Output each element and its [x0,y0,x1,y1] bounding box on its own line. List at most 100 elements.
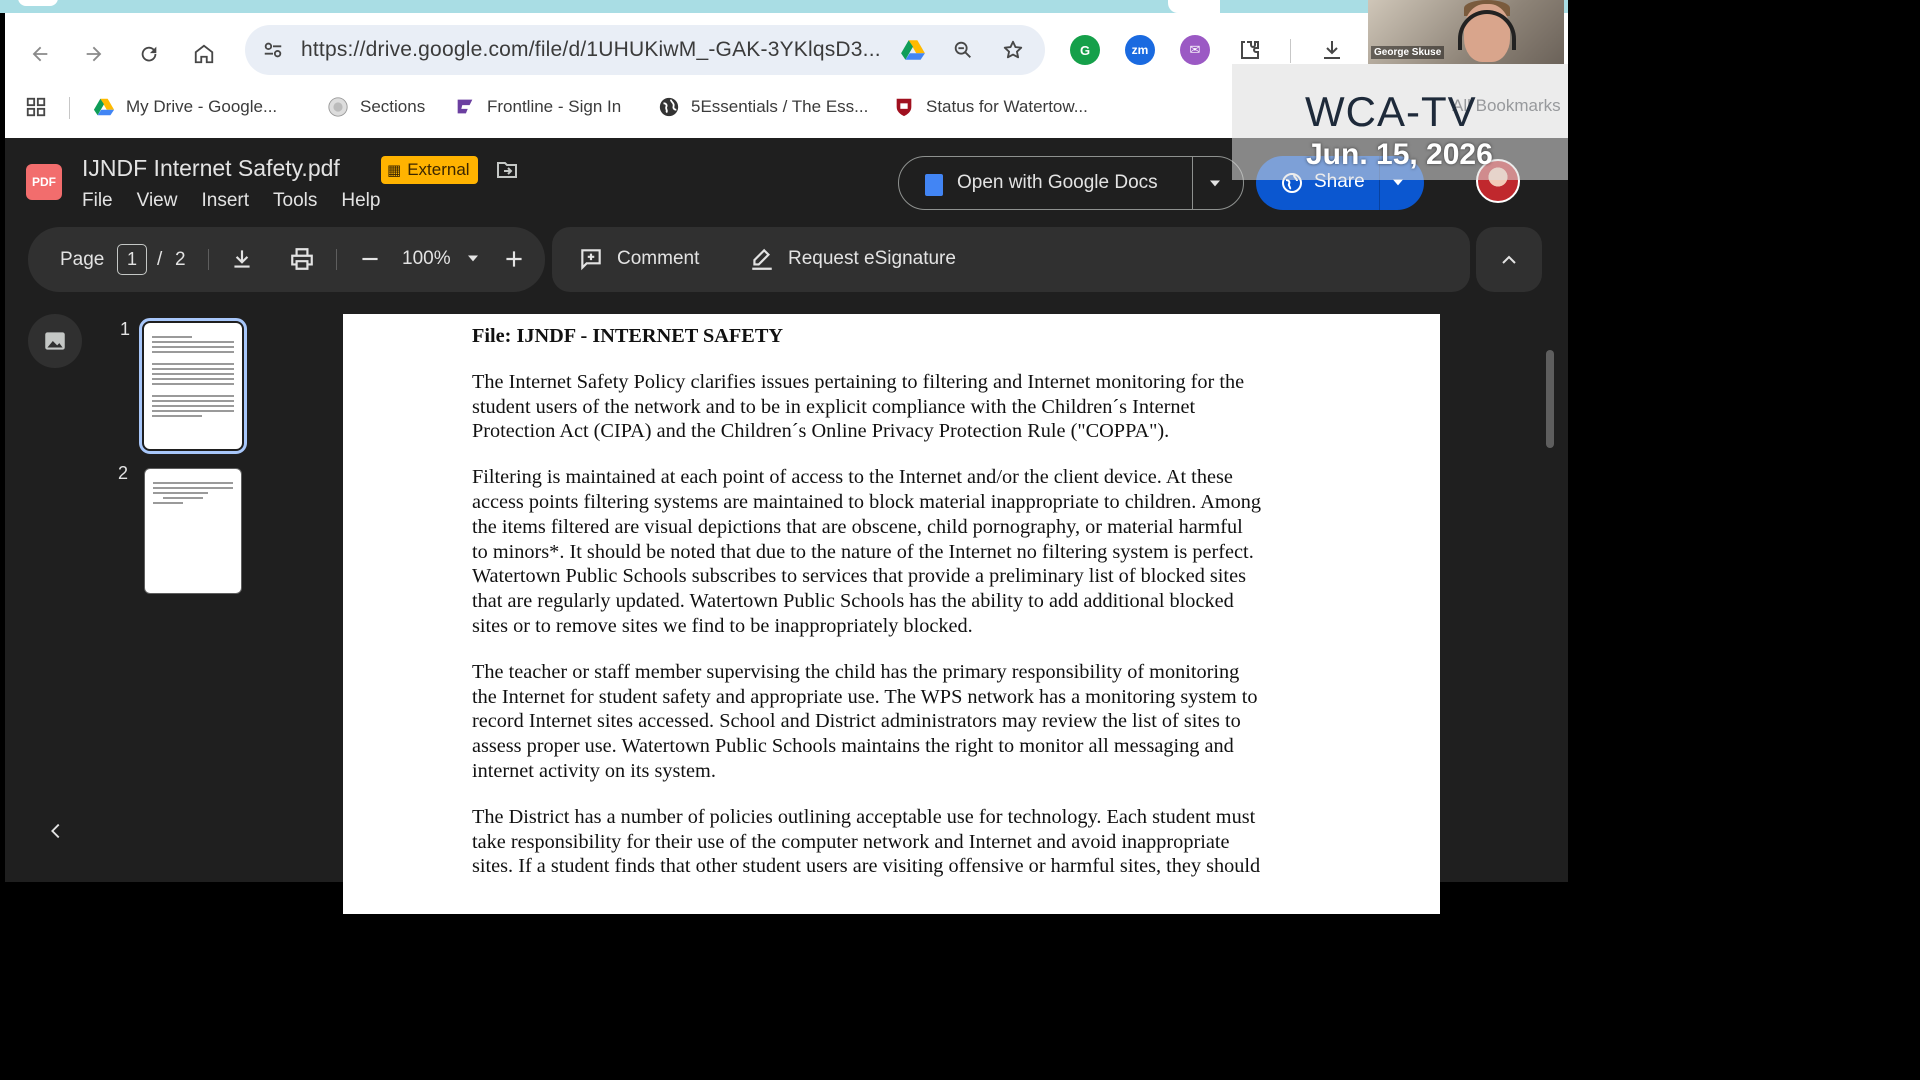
image-icon [45,332,65,350]
frontline-icon [454,96,476,118]
reload-button[interactable] [132,37,166,71]
vertical-scrollbar[interactable] [1546,350,1554,448]
text-line: The Internet Safety Policy clarifies iss… [472,370,1245,393]
text-line: The District has a number of policies ou… [472,805,1256,828]
bookmark-5essentials[interactable]: 5Essentials / The Ess... [658,94,868,120]
bookmark-status-watertown[interactable]: Status for Watertow... [893,94,1088,120]
browser-tab[interactable] [18,0,58,6]
toolbar-divider [208,249,209,270]
seal-icon [327,96,349,118]
move-to-folder-icon[interactable] [495,158,519,182]
back-button[interactable] [23,37,57,71]
text-line: that are regularly updated. Watertown Pu… [472,590,1234,613]
webcam-feed: George Skuse [1368,0,1564,64]
open-with-label: Open with Google Docs [957,172,1158,193]
site-settings-icon[interactable] [257,34,289,66]
zoom-magnifier-icon[interactable] [947,34,979,66]
zoom-in-icon[interactable] [501,246,527,278]
collapse-toolbar-button[interactable] [1476,227,1542,292]
home-icon [194,44,214,64]
grammarly-extension-icon[interactable]: G [1070,35,1100,65]
arrow-right-icon [86,46,102,62]
bookmark-star-icon[interactable] [997,34,1029,66]
bookmark-my-drive[interactable]: My Drive - Google... [93,94,277,120]
thumbnail-number: 2 [118,463,129,483]
pdf-page: File: IJNDF - INTERNET SAFETY The Intern… [343,314,1440,914]
page-thumbnail-2[interactable] [144,468,242,594]
bookmark-frontline[interactable]: Frontline - Sign In [454,94,621,120]
text-line: Protection Act (CIPA) and the Children´s… [472,420,1170,443]
open-with-google-docs-button[interactable]: Open with Google Docs [898,156,1244,210]
menu-insert[interactable]: Insert [201,190,249,212]
page-number-input[interactable]: 1 [117,244,147,275]
reload-icon [141,46,157,62]
request-esignature-button[interactable]: Request eSignature [788,248,956,270]
bookmark-label: 5Essentials / The Ess... [691,97,869,116]
bookmark-sections[interactable]: Sections [327,94,425,120]
bookmark-label: Sections [360,97,426,116]
active-tab-edge [1168,0,1220,13]
bookmark-label: My Drive - Google... [126,97,278,116]
text-line: Watertown Public Schools subscribes to s… [472,565,1246,588]
external-badge-label: External [407,160,470,179]
text-line: record Internet sites accessed. School a… [472,710,1241,733]
external-badge[interactable]: ▦ External [381,156,478,184]
menu-tools[interactable]: Tools [273,190,317,212]
text-line: sites or to remove sites we find to be i… [472,614,973,637]
downloads-icon[interactable] [1317,35,1347,65]
building-icon: ▦ [387,162,402,179]
text-line: The teacher or staff member supervising … [472,660,1240,683]
page-thumbnail-1[interactable] [139,318,247,454]
extensions-puzzle-icon[interactable] [1235,35,1265,65]
forward-button[interactable] [77,37,111,71]
page-separator: / [157,249,163,270]
text-line: the Internet for student safety and appr… [472,685,1258,708]
zoom-level[interactable]: 100% [402,248,451,270]
comment-icon [578,246,604,278]
shield-crest-icon [893,96,915,118]
menu-bar: File View Insert Tools Help [82,190,380,212]
text-line: access points filtering systems are main… [472,490,1262,513]
paragraph-3: The teacher or staff member supervising … [472,660,1322,784]
collapse-sidebar-icon[interactable] [45,820,67,847]
menu-file[interactable]: File [82,190,113,212]
text-line: to minors*. It should be noted that due … [472,540,1254,563]
comment-button[interactable]: Comment [617,248,699,270]
menu-view[interactable]: View [137,190,178,212]
text-line: sites. If a student finds that other stu… [472,855,1261,878]
pdf-file-icon: PDF [26,164,62,200]
pdf-page-content: File: IJNDF - INTERNET SAFETY The Intern… [472,324,1322,900]
google-drive-icon [93,96,115,118]
bookmark-label: Frontline - Sign In [487,97,622,116]
download-icon[interactable] [229,246,255,278]
total-pages: 2 [175,249,186,270]
annotation-toolbar: Comment Request eSignature [552,227,1470,292]
drive-pdf-viewer: PDF IJNDF Internet Safety.pdf ▦ External… [5,138,1568,914]
google-drive-app-icon[interactable] [897,34,929,66]
mail-extension-icon[interactable]: ✉ [1180,35,1210,65]
address-bar[interactable]: https://drive.google.com/file/d/1UHUKiwM… [245,25,1045,75]
image-panel-button[interactable] [28,314,82,368]
chevron-down-icon[interactable] [1205,173,1225,198]
url-text[interactable]: https://drive.google.com/file/d/1UHUKiwM… [301,38,881,62]
apps-grid-icon[interactable] [25,94,47,120]
browser-tab-strip [0,0,1568,13]
paragraph-2: Filtering is maintained at each point of… [472,465,1322,639]
signature-icon [749,246,775,278]
paragraph-4: The District has a number of policies ou… [472,805,1322,879]
home-button[interactable] [187,37,221,71]
page-label: Page [60,249,105,270]
station-logo: WCA-TV [1305,88,1477,135]
button-divider [1192,157,1193,209]
arrow-left-icon [32,46,48,62]
print-icon[interactable] [289,246,315,278]
text-line: take responsibility for their use of the… [472,830,1230,853]
zoom-extension-icon[interactable]: zm [1125,35,1155,65]
chevron-down-icon[interactable] [463,248,483,274]
zoom-out-icon[interactable] [357,246,383,278]
google-docs-icon [925,174,943,196]
text-line: Filtering is maintained at each point of… [472,466,1233,489]
toolbar-divider [1290,39,1291,63]
menu-help[interactable]: Help [341,190,380,212]
document-heading: File: IJNDF - INTERNET SAFETY [472,325,784,347]
